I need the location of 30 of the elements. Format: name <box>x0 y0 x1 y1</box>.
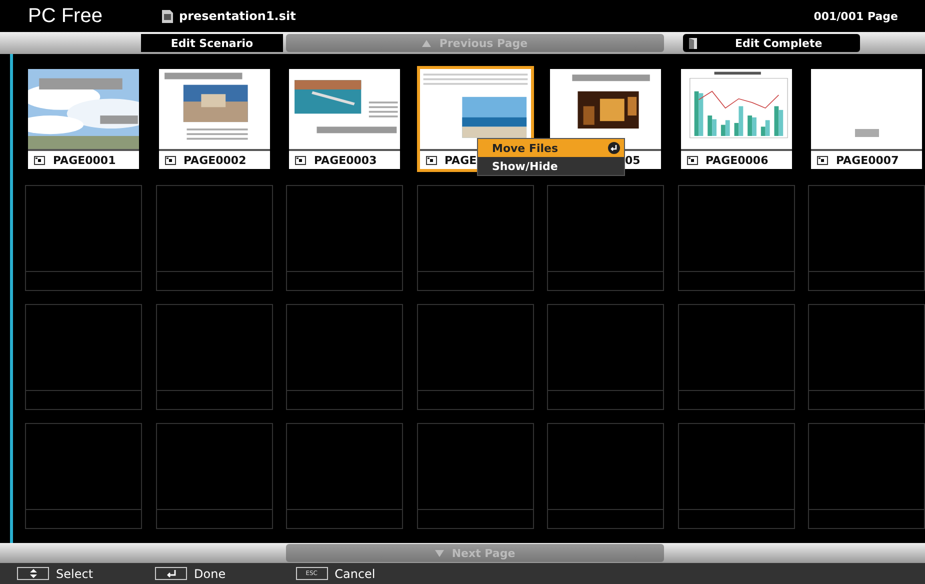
camera-icon <box>34 156 45 164</box>
file-icon <box>162 10 173 22</box>
down-triangle-icon <box>434 550 444 556</box>
page-label: 05 <box>625 154 640 166</box>
camera-icon <box>817 156 828 164</box>
page-label: PAGE0006 <box>706 154 768 166</box>
camera-icon <box>686 156 698 164</box>
page-label: PAGE0007 <box>836 154 899 166</box>
camera-icon <box>295 156 306 164</box>
page-label: PAGE <box>444 154 477 166</box>
enter-icon <box>608 142 620 154</box>
page-label: PAGE0002 <box>184 154 246 166</box>
menu-item[interactable]: Move Files <box>478 139 624 157</box>
page-thumbnail[interactable]: PAGE0007 <box>811 69 922 169</box>
camera-icon <box>164 156 176 164</box>
page-label: PAGE0003 <box>314 154 377 166</box>
page-counter: 001/001 Page <box>814 10 898 22</box>
camera-icon <box>426 156 436 164</box>
door-icon <box>689 38 697 48</box>
up-down-key-icon <box>17 567 49 580</box>
hint-label: Cancel <box>334 566 376 580</box>
edit-complete-button[interactable]: Edit Complete <box>683 34 860 52</box>
enter-key-icon <box>155 567 188 580</box>
file-name: presentation1.sit <box>179 9 297 23</box>
up-triangle-icon <box>422 40 432 46</box>
app-title: PC Free <box>28 4 104 28</box>
hint-label: Done <box>194 566 226 580</box>
edit-scenario-button[interactable]: Edit Scenario <box>141 34 283 52</box>
page-label: PAGE0001 <box>53 154 116 166</box>
hint-label: Select <box>56 566 94 580</box>
